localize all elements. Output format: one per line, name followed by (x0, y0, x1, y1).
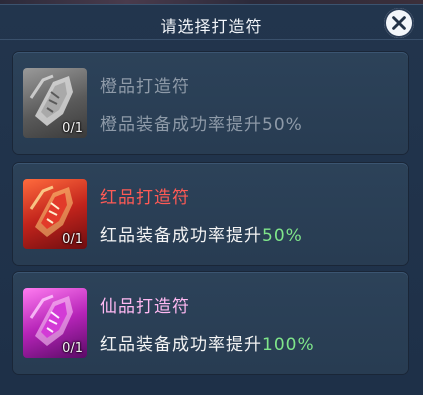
talisman-description: 红品装备成功率提升50% (100, 226, 303, 246)
purple-talisman-icon: 0/1 (23, 288, 87, 358)
gray-talisman-icon: 0/1 (23, 68, 87, 138)
talisman-name: 仙品打造符 (100, 297, 190, 317)
dialog-title: 请选择打造符 (160, 17, 263, 36)
success-rate-percent: 50% (262, 115, 303, 135)
item-count: 0/1 (62, 232, 83, 247)
talisman-card-orange[interactable]: 0/1 橙品打造符 橙品装备成功率提升50% (13, 52, 408, 154)
talisman-name: 橙品打造符 (100, 77, 190, 97)
talisman-card-red[interactable]: 0/1 红品打造符 红品装备成功率提升50% (13, 163, 408, 265)
talisman-description: 橙品装备成功率提升50% (100, 115, 303, 135)
red-talisman-icon: 0/1 (23, 179, 87, 249)
select-talisman-dialog: 请选择打造符 0/1 橙品打造符 橙品装备成功率提升50% 0/1 红品打造符 … (0, 4, 423, 395)
talisman-card-immortal[interactable]: 0/1 仙品打造符 红品装备成功率提升100% (13, 272, 408, 374)
close-button[interactable] (384, 8, 414, 38)
talisman-name: 红品打造符 (100, 188, 190, 208)
success-rate-percent: 50% (262, 226, 303, 246)
title-divider (0, 39, 423, 40)
item-count: 0/1 (62, 121, 83, 136)
item-count: 0/1 (62, 341, 83, 356)
close-icon (392, 16, 406, 30)
talisman-description: 红品装备成功率提升100% (100, 335, 315, 355)
success-rate-percent: 100% (262, 335, 315, 355)
